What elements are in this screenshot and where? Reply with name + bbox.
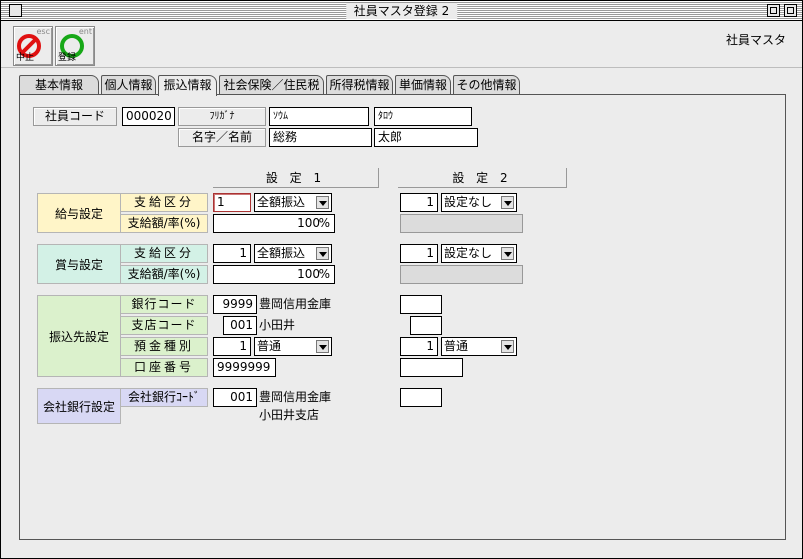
salary-s2-kubun-code[interactable]: 1 — [400, 193, 438, 212]
chevron-down-icon[interactable] — [316, 196, 329, 209]
tab-panel: 社員コード 000020 ﾌﾘｶﾞﾅ ｿｳﾑ ﾀﾛｳ 名字／名前 総務 太郎 設… — [19, 94, 786, 540]
s1-account-number-field[interactable]: 9999999 — [213, 358, 276, 377]
company-bank-name: 豊岡信用金庫 — [259, 390, 332, 404]
bonus-rate-unit: % — [318, 267, 330, 281]
tab-social-insurance[interactable]: 社会保険／住民税 — [219, 75, 324, 95]
bonus-s1-rate-value: 100 — [297, 267, 320, 281]
chevron-down-icon[interactable] — [501, 247, 514, 260]
company-bank-title: 会社銀行設定 — [42, 399, 115, 414]
zoom-box[interactable] — [767, 4, 780, 17]
bonus-s2-rate-field — [400, 265, 523, 284]
s1-deposit-type-value: 普通 — [257, 339, 282, 353]
company-bank-code-field[interactable]: 001 — [213, 388, 257, 407]
salary-s1-kubun-code[interactable]: 1 — [213, 193, 251, 212]
cancel-button[interactable]: esc 中止 — [13, 26, 53, 66]
last-name-field[interactable]: 総務 — [269, 128, 372, 147]
salary-s2-kubun-select[interactable]: 設定なし — [441, 193, 517, 212]
furigana-first-field[interactable]: ﾀﾛｳ — [374, 107, 472, 126]
salary-settings-title: 給与設定 — [54, 206, 103, 221]
salary-s1-kubun-select[interactable]: 全額振込 — [254, 193, 332, 212]
salary-rate-label: 支給額/率(%) — [120, 214, 208, 233]
salary-rate-unit: % — [318, 216, 330, 230]
bonus-s2-kubun-value: 設定なし — [444, 246, 493, 260]
s2-account-number-field[interactable] — [400, 358, 463, 377]
window-title: 社員マスタ登録 2 — [345, 3, 458, 19]
collapse-box[interactable] — [784, 4, 797, 17]
tab-other-info[interactable]: その他情報 — [453, 75, 520, 95]
chevron-down-icon[interactable] — [501, 196, 514, 209]
bonus-s2-kubun-code[interactable]: 1 — [400, 244, 438, 263]
account-number-label: 口座番号 — [120, 358, 208, 377]
company-bank-code-label: 会社銀行ｺｰﾄﾞ — [120, 388, 208, 407]
transfer-settings-title: 振込先設定 — [48, 329, 109, 344]
branch-code-label: 支店コード — [120, 316, 208, 335]
s1-bank-code-field[interactable]: 9999 — [213, 295, 257, 314]
furigana-label: ﾌﾘｶﾞﾅ — [178, 107, 266, 126]
salary-s1-kubun-value: 全額振込 — [257, 195, 306, 209]
s2-deposit-type-select[interactable]: 普通 — [441, 337, 517, 356]
salary-s1-rate-value: 100 — [297, 216, 320, 230]
company-bank-s2-field[interactable] — [400, 388, 442, 407]
bonus-s1-kubun-select[interactable]: 全額振込 — [254, 244, 332, 263]
s1-branch-name: 小田井 — [259, 318, 296, 332]
company-branch-name: 小田井支店 — [259, 408, 320, 422]
salary-s2-rate-field — [400, 214, 523, 233]
title-bar[interactable]: 社員マスタ登録 2 — [1, 1, 802, 21]
employee-code-field[interactable]: 000020 — [122, 107, 175, 126]
company-bank-section: 会社銀行設定 — [37, 388, 121, 424]
transfer-settings-section: 振込先設定 — [37, 295, 121, 377]
tab-personal-info[interactable]: 個人情報 — [101, 75, 156, 95]
s1-branch-code-field[interactable]: 001 — [223, 316, 257, 335]
bonus-s1-kubun-value: 全額振込 — [257, 246, 306, 260]
bonus-settings-section: 賞与設定 — [37, 244, 121, 284]
salary-settings-section: 給与設定 — [37, 193, 121, 233]
bank-code-label: 銀行コード — [120, 295, 208, 314]
close-box[interactable] — [9, 4, 22, 17]
tab-basic-info[interactable]: 基本情報 — [19, 75, 99, 95]
register-button[interactable]: ent 登録 — [55, 26, 95, 66]
salary-kubun-label: 支給区分 — [120, 193, 208, 212]
s2-deposit-type-value: 普通 — [444, 339, 469, 353]
app-window: 社員マスタ登録 2 esc 中止 ent 登録 社員マスタ 基本情報 個人情報 … — [0, 0, 803, 559]
deposit-type-label: 預金種別 — [120, 337, 208, 356]
bonus-rate-label: 支給額/率(%) — [120, 265, 208, 284]
bonus-s2-kubun-select[interactable]: 設定なし — [441, 244, 517, 263]
salary-s1-rate-field[interactable]: 100 % — [213, 214, 335, 233]
s1-bank-name: 豊岡信用金庫 — [259, 297, 332, 311]
s1-deposit-type-select[interactable]: 普通 — [254, 337, 332, 356]
chevron-down-icon[interactable] — [316, 247, 329, 260]
first-name-field[interactable]: 太郎 — [374, 128, 478, 147]
s2-bank-code-field[interactable] — [400, 295, 442, 314]
s2-branch-code-field[interactable] — [410, 316, 442, 335]
bonus-kubun-label: 支給区分 — [120, 244, 208, 263]
employee-code-label: 社員コード — [33, 107, 117, 126]
tab-transfer-info[interactable]: 振込情報 — [158, 75, 217, 96]
setting1-header: 設 定 1 — [213, 168, 379, 188]
s2-deposit-type-code[interactable]: 1 — [400, 337, 438, 356]
furigana-last-field[interactable]: ｿｳﾑ — [269, 107, 369, 126]
tab-income-tax[interactable]: 所得税情報 — [326, 75, 393, 95]
chevron-down-icon[interactable] — [316, 340, 329, 353]
setting2-header: 設 定 2 — [398, 168, 567, 188]
s1-deposit-type-code[interactable]: 1 — [213, 337, 251, 356]
tab-unit-price[interactable]: 単価情報 — [395, 75, 451, 95]
name-label: 名字／名前 — [178, 128, 266, 147]
salary-s2-kubun-value: 設定なし — [444, 195, 493, 209]
bonus-settings-title: 賞与設定 — [54, 257, 103, 272]
chevron-down-icon[interactable] — [501, 340, 514, 353]
bonus-s1-kubun-code[interactable]: 1 — [213, 244, 251, 263]
screen-name: 社員マスタ — [725, 33, 786, 47]
cancel-label: 中止 — [16, 53, 35, 63]
register-label: 登録 — [58, 53, 77, 63]
bonus-s1-rate-field[interactable]: 100 % — [213, 265, 335, 284]
toolbar: esc 中止 ent 登録 社員マスタ — [1, 22, 802, 68]
